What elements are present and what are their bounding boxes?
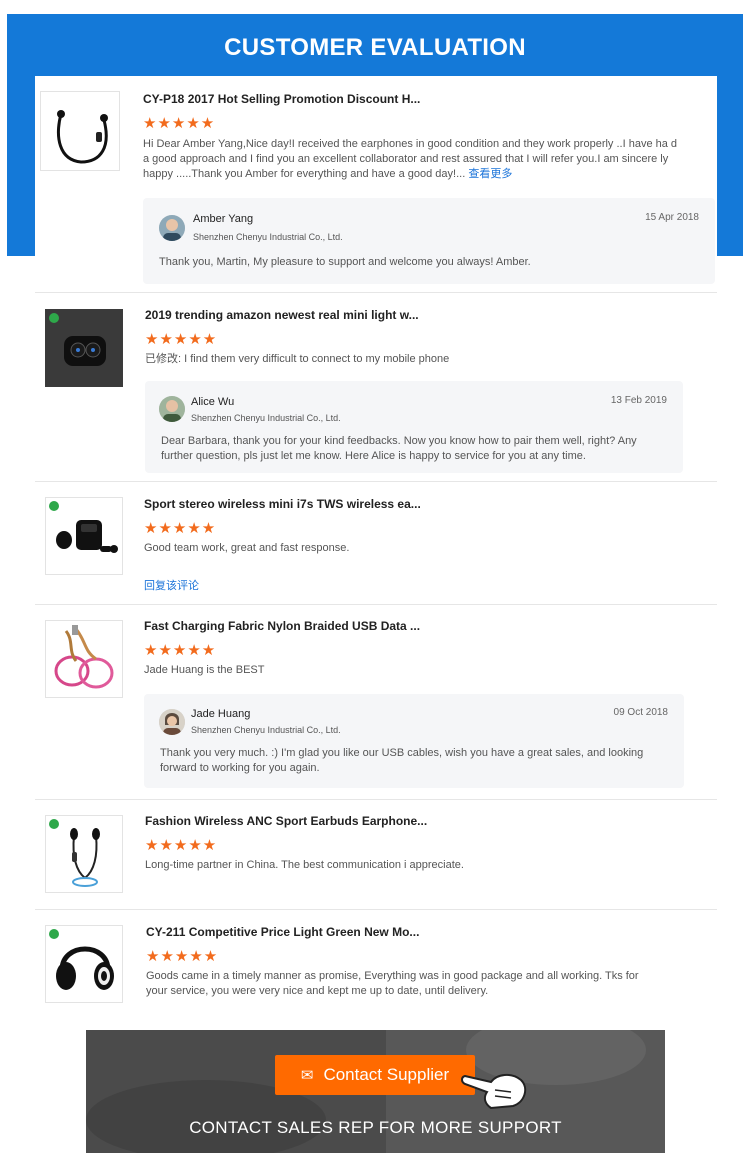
reply-date: 15 Apr 2018: [645, 212, 699, 223]
avatar: [159, 215, 185, 241]
seller-reply: Alice Wu Shenzhen Chenyu Industrial Co.,…: [145, 381, 683, 473]
tws-earbuds-product-image[interactable]: [45, 497, 123, 575]
sport-earbuds-product-image[interactable]: [45, 815, 123, 893]
star-rating: ★★★★★: [145, 837, 218, 854]
contact-supplier-label: Contact Supplier: [323, 1065, 450, 1084]
usb-cable-product-image[interactable]: [45, 620, 123, 698]
product-title[interactable]: Sport stereo wireless mini i7s TWS wirel…: [144, 497, 421, 511]
seller-reply: Amber Yang Shenzhen Chenyu Industrial Co…: [143, 198, 715, 284]
star-rating: ★★★★★: [144, 642, 217, 659]
review-text: Hi Dear Amber Yang,Nice day!I received t…: [143, 137, 683, 182]
star-rating: ★★★★★: [144, 520, 217, 537]
product-title[interactable]: 2019 trending amazon newest real mini li…: [145, 308, 419, 322]
contact-footer: ✉ Contact Supplier CONTACT SALES REP FOR…: [86, 1030, 665, 1153]
earbuds-case-product-image[interactable]: [45, 309, 123, 387]
earphone-product-image[interactable]: [40, 91, 120, 171]
avatar: [159, 709, 185, 735]
reply-date: 13 Feb 2019: [610, 395, 667, 406]
star-rating: ★★★★★: [143, 115, 216, 132]
product-title[interactable]: CY-211 Competitive Price Light Green New…: [146, 925, 419, 939]
contact-supplier-button[interactable]: ✉ Contact Supplier: [275, 1055, 475, 1095]
reply-to-review-link[interactable]: 回复该评论: [144, 577, 199, 593]
product-title[interactable]: Fast Charging Fabric Nylon Braided USB D…: [144, 619, 420, 633]
headphones-product-image[interactable]: [45, 925, 123, 1003]
pointing-hand-icon: [461, 1074, 527, 1110]
review-item: Fashion Wireless ANC Sport Earbuds Earph…: [35, 799, 717, 909]
reviews-card: CY-P18 2017 Hot Selling Promotion Discou…: [35, 76, 717, 1016]
reply-company: Shenzhen Chenyu Industrial Co., Ltd.: [193, 232, 343, 242]
product-title[interactable]: CY-P18 2017 Hot Selling Promotion Discou…: [143, 92, 420, 106]
reply-author: Amber Yang: [193, 213, 254, 225]
mail-icon: ✉: [300, 1067, 314, 1084]
avatar: [159, 396, 185, 422]
reply-message: Thank you, Martin, My pleasure to suppor…: [159, 256, 531, 268]
star-rating: ★★★★★: [145, 331, 218, 348]
star-rating: ★★★★★: [146, 948, 219, 965]
product-title[interactable]: Fashion Wireless ANC Sport Earbuds Earph…: [145, 814, 427, 828]
review-text: 已修改: I find them very difficult to conne…: [145, 353, 450, 365]
reply-author: Alice Wu: [191, 396, 235, 408]
reply-author: Jade Huang: [191, 708, 251, 720]
page-title: CUSTOMER EVALUATION: [224, 34, 526, 61]
review-text: Good team work, great and fast response.: [144, 542, 350, 554]
review-item: CY-211 Competitive Price Light Green New…: [35, 909, 717, 1016]
review-text: Goods came in a timely manner as promise…: [146, 970, 639, 997]
reply-date: 09 Oct 2018: [613, 707, 668, 718]
reply-company: Shenzhen Chenyu Industrial Co., Ltd.: [191, 413, 341, 423]
footer-tagline: CONTACT SALES REP FOR MORE SUPPORT: [189, 1118, 562, 1137]
review-item: Fast Charging Fabric Nylon Braided USB D…: [35, 604, 717, 799]
review-text: Long-time partner in China. The best com…: [145, 859, 464, 871]
reply-company: Shenzhen Chenyu Industrial Co., Ltd.: [191, 725, 341, 735]
review-item: 2019 trending amazon newest real mini li…: [35, 292, 717, 481]
review-text: Jade Huang is the BEST: [144, 664, 265, 676]
reply-message: Dear Barbara, thank you for your kind fe…: [161, 435, 637, 462]
seller-reply: Jade Huang Shenzhen Chenyu Industrial Co…: [144, 694, 684, 788]
review-body: Hi Dear Amber Yang,Nice day!I received t…: [143, 138, 678, 180]
see-more-link[interactable]: 查看更多: [468, 168, 512, 180]
reply-message: Thank you very much. :) I'm glad you lik…: [160, 747, 644, 774]
review-item: CY-P18 2017 Hot Selling Promotion Discou…: [35, 76, 717, 292]
review-item: Sport stereo wireless mini i7s TWS wirel…: [35, 481, 717, 604]
